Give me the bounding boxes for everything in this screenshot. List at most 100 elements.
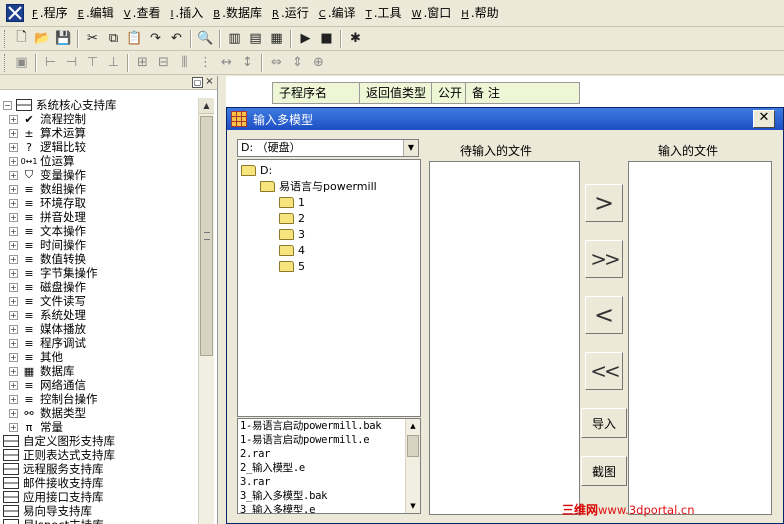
expand-icon[interactable]: + (9, 296, 18, 306)
tree-item[interactable]: +? 逻辑比较 (0, 140, 198, 154)
redo-icon[interactable]: ↷ (145, 29, 166, 49)
space-down-icon[interactable]: ⋮ (195, 53, 216, 73)
tree-item[interactable]: + ≡ 媒体播放 (0, 322, 198, 336)
tree-scrollbar[interactable]: ▲ (198, 98, 214, 524)
panel-close-button[interactable]: × (204, 77, 215, 88)
tree-item[interactable]: + ≡ 文件读写 (0, 294, 198, 308)
tree-item[interactable]: + ≡ 磁盘操作 (0, 280, 198, 294)
file-item[interactable]: 3_输入多模型.e (238, 503, 420, 513)
save-icon[interactable]: 💾 (53, 29, 74, 49)
file-list[interactable]: 1-易语言启动powermill.bak 1-易语言启动powermill.e 2.… (237, 418, 421, 514)
layout-split-icon[interactable]: ▦ (266, 29, 287, 49)
collapse-icon[interactable]: − (3, 100, 12, 110)
find-icon[interactable]: 🔍 (195, 29, 216, 49)
file-item[interactable]: 2_输入模型.e (238, 461, 420, 475)
copy-icon[interactable]: ⧉ (103, 29, 124, 49)
tree-library-item[interactable]: 易向导支持库 (0, 504, 198, 518)
app-logo-icon[interactable] (6, 4, 24, 22)
tree-item[interactable]: + ≡ 网络通信 (0, 378, 198, 392)
expand-icon[interactable]: + (9, 338, 18, 348)
screenshot-button[interactable]: 截图 (581, 456, 627, 486)
expand-icon[interactable]: + (9, 282, 18, 292)
tree-library-item[interactable]: 应用接口支持库 (0, 490, 198, 504)
menu-c[interactable]: C .编译 (315, 2, 362, 24)
run-icon[interactable]: ▶ (295, 29, 316, 49)
expand-icon[interactable]: + (9, 142, 18, 152)
expand-icon[interactable]: + (9, 324, 18, 334)
remove-all-button[interactable]: << (585, 352, 623, 390)
cut-icon[interactable]: ✂ (82, 29, 103, 49)
stop-icon[interactable]: ■ (316, 29, 337, 49)
align-bottom-icon[interactable]: ⊥ (103, 53, 124, 73)
new-file-icon[interactable]: 🗋 (11, 29, 32, 49)
tree-item[interactable]: +0↔1 位运算 (0, 154, 198, 168)
tree-item[interactable]: + ≡ 程序调试 (0, 336, 198, 350)
equal-width-icon[interactable]: ↔ (216, 53, 237, 73)
tree-item[interactable]: + ≡ 环境存取 (0, 196, 198, 210)
menu-v[interactable]: V .查看 (120, 2, 167, 24)
expand-icon[interactable]: + (9, 352, 18, 362)
menu-f[interactable]: F .程序 (28, 2, 74, 24)
tree-library-item[interactable]: 邮件接收支持库 (0, 476, 198, 490)
tree-library-item[interactable]: 自定义图形支持库 (0, 434, 198, 448)
align-left-icon[interactable]: ⊢ (40, 53, 61, 73)
expand-icon[interactable]: + (9, 422, 18, 432)
tree-library-item[interactable]: − 系统核心支持库 (0, 98, 198, 112)
paste-icon[interactable]: 📋 (124, 29, 145, 49)
menu-e[interactable]: E .编辑 (74, 2, 120, 24)
menu-h[interactable]: H .帮助 (457, 2, 504, 24)
scroll-thumb[interactable] (407, 435, 419, 457)
folder-item[interactable]: D: (238, 162, 420, 178)
same-size-icon[interactable]: ⊕ (308, 53, 329, 73)
tree-item[interactable]: + ≡ 拼音处理 (0, 210, 198, 224)
file-item[interactable]: 3_输入多模型.bak (238, 489, 420, 503)
folder-item[interactable]: 3 (238, 226, 420, 242)
tree-library-item[interactable]: 正则表达式支持库 (0, 448, 198, 462)
tree-item[interactable]: + ✔ 流程控制 (0, 112, 198, 126)
file-item[interactable]: 3.rar (238, 475, 420, 489)
center-vertical-icon[interactable]: ⊟ (153, 53, 174, 73)
tree-item[interactable]: + ≡ 数值转换 (0, 252, 198, 266)
tree-library-item[interactable]: 易Ispect支持库 (0, 518, 198, 524)
tree-item[interactable]: + ≡ 字节集操作 (0, 266, 198, 280)
tree-item[interactable]: + π 常量 (0, 420, 198, 434)
add-one-button[interactable]: > (585, 184, 623, 222)
pending-files-list[interactable] (429, 161, 580, 515)
tree-item[interactable]: + ≡ 系统处理 (0, 308, 198, 322)
tree-item[interactable]: + ⚯ 数据类型 (0, 406, 198, 420)
scroll-up-icon[interactable]: ▲ (199, 98, 214, 114)
expand-icon[interactable]: + (9, 408, 18, 418)
folder-item[interactable]: 1 (238, 194, 420, 210)
expand-icon[interactable]: + (9, 156, 18, 166)
center-horizontal-icon[interactable]: ⊞ (132, 53, 153, 73)
expand-icon[interactable]: + (9, 366, 18, 376)
same-height-icon[interactable]: ⇕ (287, 53, 308, 73)
tree-item[interactable]: + ⛉ 变量操作 (0, 168, 198, 182)
chevron-down-icon[interactable]: ▼ (403, 140, 418, 156)
expand-icon[interactable]: + (9, 240, 18, 250)
tree-item[interactable]: + ≡ 数组操作 (0, 182, 198, 196)
panel-restore-button[interactable]: ▢ (192, 77, 203, 88)
expand-icon[interactable]: + (9, 184, 18, 194)
tree-item[interactable]: + ≡ 文本操作 (0, 224, 198, 238)
tree-library-item[interactable]: 远程服务支持库 (0, 462, 198, 476)
expand-icon[interactable]: + (9, 198, 18, 208)
align-top-icon[interactable]: ⊤ (82, 53, 103, 73)
file-item[interactable]: 1-易语言启动powermill.bak (238, 419, 420, 433)
undo-icon[interactable]: ↶ (166, 29, 187, 49)
drive-select[interactable]: D: （硬盘） ▼ (237, 139, 419, 157)
menu-r[interactable]: R .运行 (268, 2, 315, 24)
tree-item[interactable]: + ≡ 时间操作 (0, 238, 198, 252)
expand-icon[interactable]: + (9, 394, 18, 404)
form-icon[interactable]: ▣ (11, 53, 32, 73)
menu-b[interactable]: B .数据库 (209, 2, 268, 24)
folder-item[interactable]: 2 (238, 210, 420, 226)
expand-icon[interactable]: + (9, 212, 18, 222)
layout-top-icon[interactable]: ▤ (245, 29, 266, 49)
dialog-titlebar[interactable]: 输入多模型 ✕ (227, 108, 783, 130)
add-all-button[interactable]: >> (585, 240, 623, 278)
file-list-scrollbar[interactable]: ▲ ▼ (405, 419, 420, 513)
dialog-close-button[interactable]: ✕ (753, 110, 775, 128)
file-item[interactable]: 1-易语言启动powermill.e (238, 433, 420, 447)
menu-i[interactable]: I .插入 (166, 2, 209, 24)
